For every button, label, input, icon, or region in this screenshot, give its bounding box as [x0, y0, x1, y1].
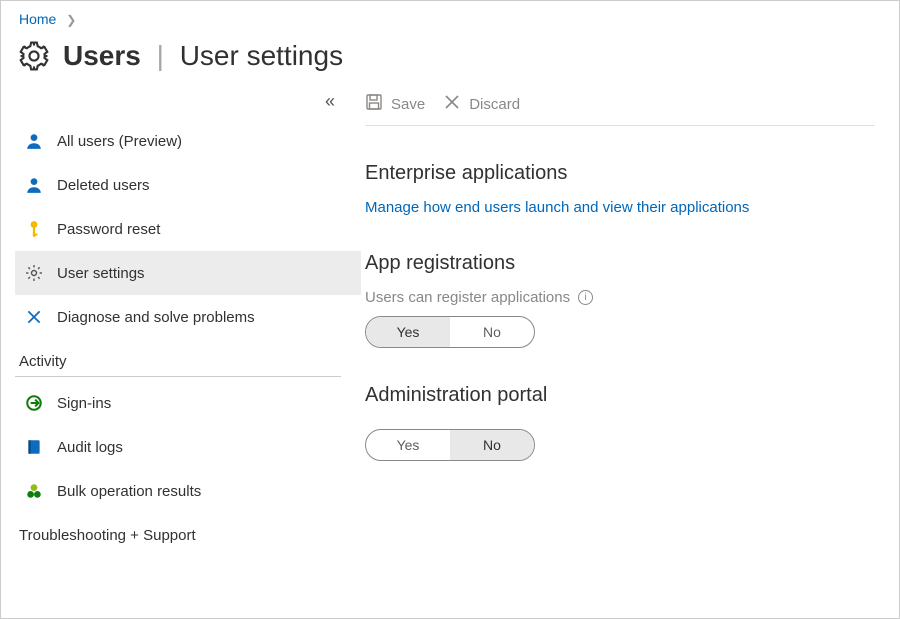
save-button[interactable]: Save: [365, 93, 425, 115]
sidebar-nav: All users (Preview) Deleted users Passwo…: [15, 119, 361, 550]
gear-icon: [17, 39, 51, 73]
breadcrumb: Home ❯: [1, 1, 899, 31]
info-icon[interactable]: i: [578, 290, 593, 305]
page-title: Users | User settings: [63, 40, 343, 72]
enterprise-apps-link[interactable]: Manage how end users launch and view the…: [365, 199, 749, 216]
book-icon: [25, 438, 43, 456]
save-icon: [365, 93, 383, 115]
sidebar-item-label: User settings: [57, 265, 145, 282]
app-reg-toggle-no[interactable]: No: [450, 317, 534, 347]
page-title-main: Users: [63, 40, 141, 71]
sidebar: « All users (Preview) Deleted users Pass…: [1, 89, 361, 554]
sidebar-item-label: Audit logs: [57, 439, 123, 456]
gear-icon: [25, 264, 43, 282]
admin-portal-toggle: Yes No: [365, 429, 535, 461]
admin-portal-heading: Administration portal: [365, 384, 875, 407]
key-icon: [25, 220, 43, 238]
close-icon: [443, 93, 461, 115]
sidebar-item-bulk-operation[interactable]: Bulk operation results: [15, 469, 361, 513]
sidebar-item-all-users[interactable]: All users (Preview): [15, 119, 361, 163]
app-reg-toggle: Yes No: [365, 316, 535, 348]
signin-icon: [25, 394, 43, 412]
app-reg-toggle-yes[interactable]: Yes: [366, 317, 450, 347]
person-icon: [25, 176, 43, 194]
enterprise-apps-heading: Enterprise applications: [365, 162, 875, 185]
app-registrations-heading: App registrations: [365, 252, 875, 275]
title-separator: |: [157, 40, 164, 71]
bulk-icon: [25, 482, 43, 500]
sidebar-section-troubleshooting: Troubleshooting + Support: [15, 513, 341, 550]
admin-portal-toggle-no[interactable]: No: [450, 430, 534, 460]
page-header: Users | User settings: [1, 31, 899, 89]
sidebar-item-label: Sign-ins: [57, 395, 111, 412]
sidebar-item-label: All users (Preview): [57, 133, 182, 150]
sidebar-item-password-reset[interactable]: Password reset: [15, 207, 361, 251]
sidebar-item-label: Bulk operation results: [57, 483, 201, 500]
sidebar-item-diagnose[interactable]: Diagnose and solve problems: [15, 295, 361, 339]
app-reg-label-text: Users can register applications: [365, 289, 570, 306]
admin-portal-toggle-yes[interactable]: Yes: [366, 430, 450, 460]
save-label: Save: [391, 96, 425, 113]
discard-label: Discard: [469, 96, 520, 113]
chevron-right-icon: ❯: [66, 13, 76, 27]
collapse-sidebar-button[interactable]: «: [325, 91, 335, 112]
tools-icon: [25, 308, 43, 326]
sidebar-item-user-settings[interactable]: User settings: [15, 251, 361, 295]
page-title-sub: User settings: [180, 40, 343, 71]
sidebar-item-label: Deleted users: [57, 177, 150, 194]
person-icon: [25, 132, 43, 150]
discard-button[interactable]: Discard: [443, 93, 520, 115]
sidebar-item-deleted-users[interactable]: Deleted users: [15, 163, 361, 207]
sidebar-item-sign-ins[interactable]: Sign-ins: [15, 381, 361, 425]
app-reg-field-label: Users can register applications i: [365, 289, 875, 306]
sidebar-item-label: Diagnose and solve problems: [57, 309, 255, 326]
sidebar-item-label: Password reset: [57, 221, 160, 238]
sidebar-item-audit-logs[interactable]: Audit logs: [15, 425, 361, 469]
breadcrumb-home-link[interactable]: Home: [19, 11, 56, 27]
main-content: Save Discard Enterprise applications Man…: [361, 89, 899, 554]
sidebar-section-activity: Activity: [15, 339, 341, 377]
toolbar: Save Discard: [365, 93, 875, 126]
